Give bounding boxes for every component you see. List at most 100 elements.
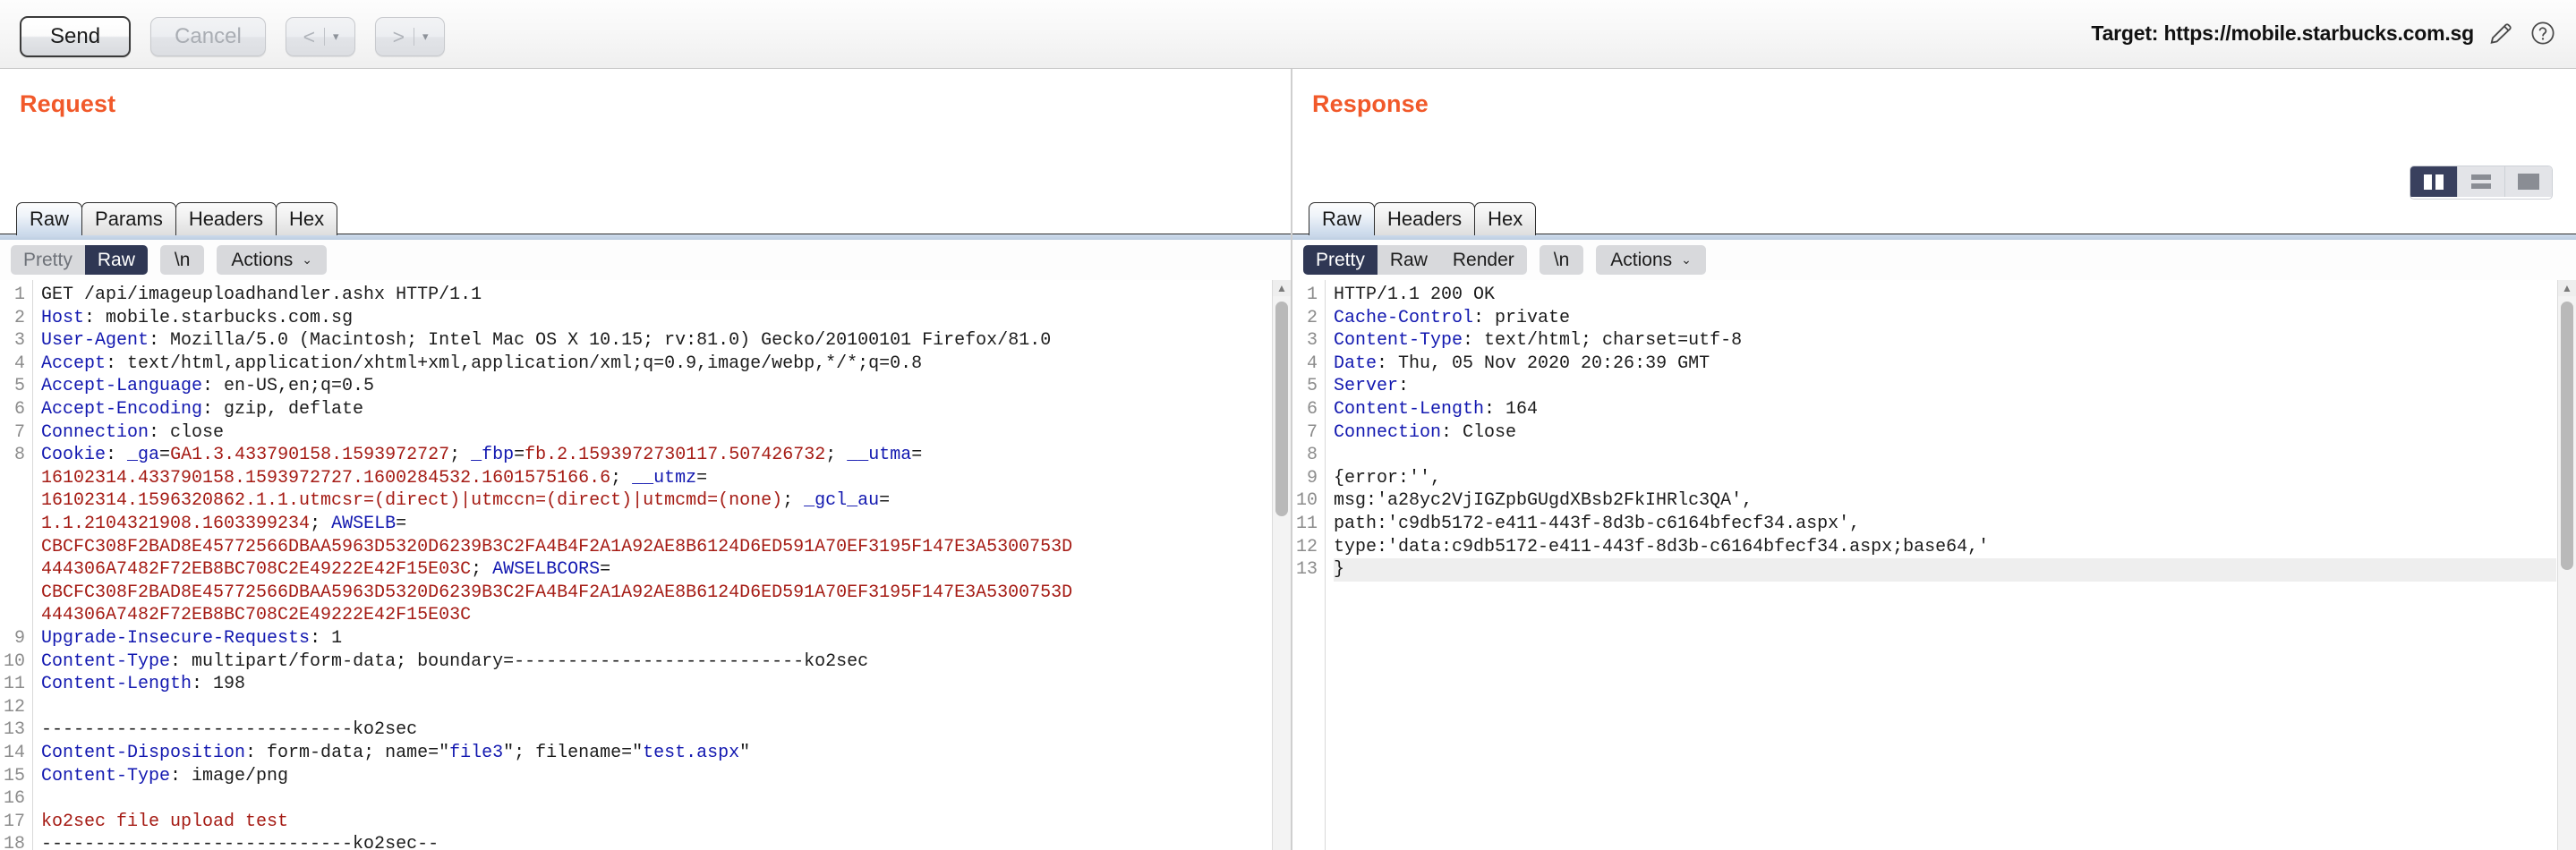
response-render-button[interactable]: Render <box>1439 245 1527 275</box>
square-icon <box>2518 174 2539 190</box>
code-token: __utmz <box>632 467 697 489</box>
request-pretty-button[interactable]: Pretty <box>11 245 85 275</box>
scrollbar-thumb[interactable] <box>1275 302 1288 516</box>
response-editor[interactable]: 1 2 3 4 5 6 7 8 9 10 11 12 13 HTTP/1.1 200 OK Cache-C… <box>1292 280 2576 850</box>
code-token: 444306A7482F72EB8BC708C2E49222E42F15E03C <box>41 605 472 626</box>
line-number: 13 <box>1295 559 1318 581</box>
code-token: Server <box>1334 376 1399 397</box>
code-token: _ga <box>127 445 160 466</box>
code-token: HTTP/1.1 200 OK <box>1334 285 1496 305</box>
code-token: " <box>739 743 751 763</box>
target-label: Target: https://mobile.starbucks.com.sg <box>2091 21 2474 45</box>
code-token: : Close <box>1441 421 1517 443</box>
line-number: 4 <box>13 353 25 374</box>
code-token: test.aspx <box>643 743 740 763</box>
request-code-area[interactable]: GET /api/imageuploadhandler.ashx HTTP/1.… <box>34 280 1271 850</box>
tab-request-params[interactable]: Params <box>81 202 176 235</box>
tab-response-hex[interactable]: Hex <box>1474 202 1537 235</box>
single-pane-view-button[interactable] <box>2505 166 2552 197</box>
code-token: Content-Length <box>1334 399 1485 420</box>
code-token: _gcl_au <box>804 490 880 512</box>
code-token: User-Agent <box>41 330 149 352</box>
request-gutter: 1234567891011121314151617181920 <box>0 280 33 850</box>
tab-request-raw[interactable]: Raw <box>16 202 83 235</box>
code-line: path:'c9db5172-e411-443f-8d3b-c6164bfecf… <box>1334 513 2556 536</box>
code-token: ; <box>825 445 848 466</box>
target-area: Target: https://mobile.starbucks.com.sg <box>2091 11 2556 55</box>
line-number: 5 <box>1306 376 1318 397</box>
forward-button[interactable]: > ▾ <box>374 17 445 56</box>
chevron-left-icon: < <box>303 24 315 48</box>
code-token: : private <box>1473 307 1571 328</box>
response-view-toolbar: Pretty Raw Render \n Actions ⌄ <box>1292 240 2576 280</box>
request-raw-button[interactable]: Raw <box>84 245 148 275</box>
line-number: 9 <box>13 628 25 649</box>
tab-request-headers[interactable]: Headers <box>175 202 277 235</box>
code-token: GET /api/imageuploadhandler.ashx HTTP/1.… <box>41 285 482 305</box>
request-panel-title: Request <box>20 90 116 117</box>
chevron-down-icon[interactable]: ▾ <box>414 30 436 44</box>
code-token: : image/png <box>170 765 289 786</box>
line-number: 6 <box>1306 399 1318 420</box>
line-number: 13 <box>3 719 25 741</box>
line-number: 4 <box>1306 353 1318 374</box>
line-number: 2 <box>13 307 25 328</box>
code-token: {error:'', <box>1334 467 1442 489</box>
line-number: 16 <box>3 788 25 810</box>
code-line: -----------------------------ko2sec <box>41 718 1271 742</box>
request-newline-button[interactable]: \n <box>159 245 205 275</box>
line-number: 17 <box>3 811 25 832</box>
code-token: : close <box>149 421 225 443</box>
split-vertical-view-button[interactable] <box>2410 166 2458 197</box>
response-vertical-scrollbar[interactable]: ▲ <box>2557 280 2576 850</box>
tab-response-headers[interactable]: Headers <box>1374 202 1476 235</box>
code-token: : text/html; charset=utf-8 <box>1463 330 1743 352</box>
line-number: 11 <box>1295 514 1318 534</box>
code-line: 16102314.433790158.1593972727.1600284532… <box>41 467 1271 490</box>
response-pretty-button[interactable]: Pretty <box>1303 245 1378 275</box>
request-actions-button[interactable]: Actions ⌄ <box>217 245 327 275</box>
response-panel-title: Response <box>1312 90 1429 117</box>
code-token: 16102314.433790158.1593972727.1600284532… <box>41 467 611 489</box>
code-token: Date <box>1334 353 1378 374</box>
back-button[interactable]: < ▾ <box>285 17 355 56</box>
response-gutter: 1 2 3 4 5 6 7 8 9 10 11 12 13 <box>1292 280 1326 850</box>
request-pretty-raw-segment: Pretty Raw <box>11 245 148 275</box>
scrollbar-thumb[interactable] <box>2561 302 2573 570</box>
line-number: 8 <box>1306 445 1318 466</box>
pencil-icon[interactable] <box>2488 20 2515 47</box>
split-horizontal-view-button[interactable] <box>2458 166 2505 197</box>
cancel-button[interactable]: Cancel <box>150 17 266 56</box>
code-token: : text/html,application/xhtml+xml,applic… <box>106 353 923 374</box>
line-number: 1 <box>13 285 25 305</box>
code-line: Connection: Close <box>1334 421 2556 445</box>
scroll-up-arrow[interactable]: ▲ <box>1273 280 1291 296</box>
columns-icon <box>2424 174 2444 190</box>
tab-request-hex[interactable]: Hex <box>275 202 338 235</box>
response-code-area[interactable]: HTTP/1.1 200 OK Cache-Control: private Con… <box>1326 280 2556 850</box>
code-token: : form-data; name=" <box>245 743 450 763</box>
code-token: : mobile.starbucks.com.sg <box>84 307 354 328</box>
line-number: 1 <box>1306 285 1318 305</box>
code-token: = <box>879 490 891 512</box>
line-number: 3 <box>13 330 25 352</box>
code-line: CBCFC308F2BAD8E45772566DBAA5963D5320D623… <box>41 536 1271 559</box>
code-line: 444306A7482F72EB8BC708C2E49222E42F15E03C… <box>41 558 1271 582</box>
question-mark-icon[interactable] <box>2529 20 2556 47</box>
response-actions-button[interactable]: Actions ⌄ <box>1596 245 1706 275</box>
code-token: : gzip, deflate <box>202 399 364 420</box>
newline-label: \n <box>174 249 191 270</box>
code-line: -----------------------------ko2sec-- <box>41 833 1271 850</box>
chevron-down-icon[interactable]: ▾ <box>325 30 346 44</box>
code-token: Content-Type <box>1334 330 1463 352</box>
code-line: Host: mobile.starbucks.com.sg <box>41 307 1271 330</box>
response-raw-button[interactable]: Raw <box>1377 245 1440 275</box>
request-editor[interactable]: 1234567891011121314151617181920 GET /api… <box>0 280 1291 850</box>
response-newline-button[interactable]: \n <box>1539 245 1584 275</box>
tab-response-raw[interactable]: Raw <box>1309 202 1376 235</box>
code-token: CBCFC308F2BAD8E45772566DBAA5963D5320D623… <box>41 582 1073 603</box>
rows-icon <box>2471 174 2491 189</box>
scroll-up-arrow[interactable]: ▲ <box>2558 280 2576 296</box>
send-button[interactable]: Send <box>20 16 132 57</box>
request-vertical-scrollbar[interactable]: ▲ <box>1272 280 1291 850</box>
